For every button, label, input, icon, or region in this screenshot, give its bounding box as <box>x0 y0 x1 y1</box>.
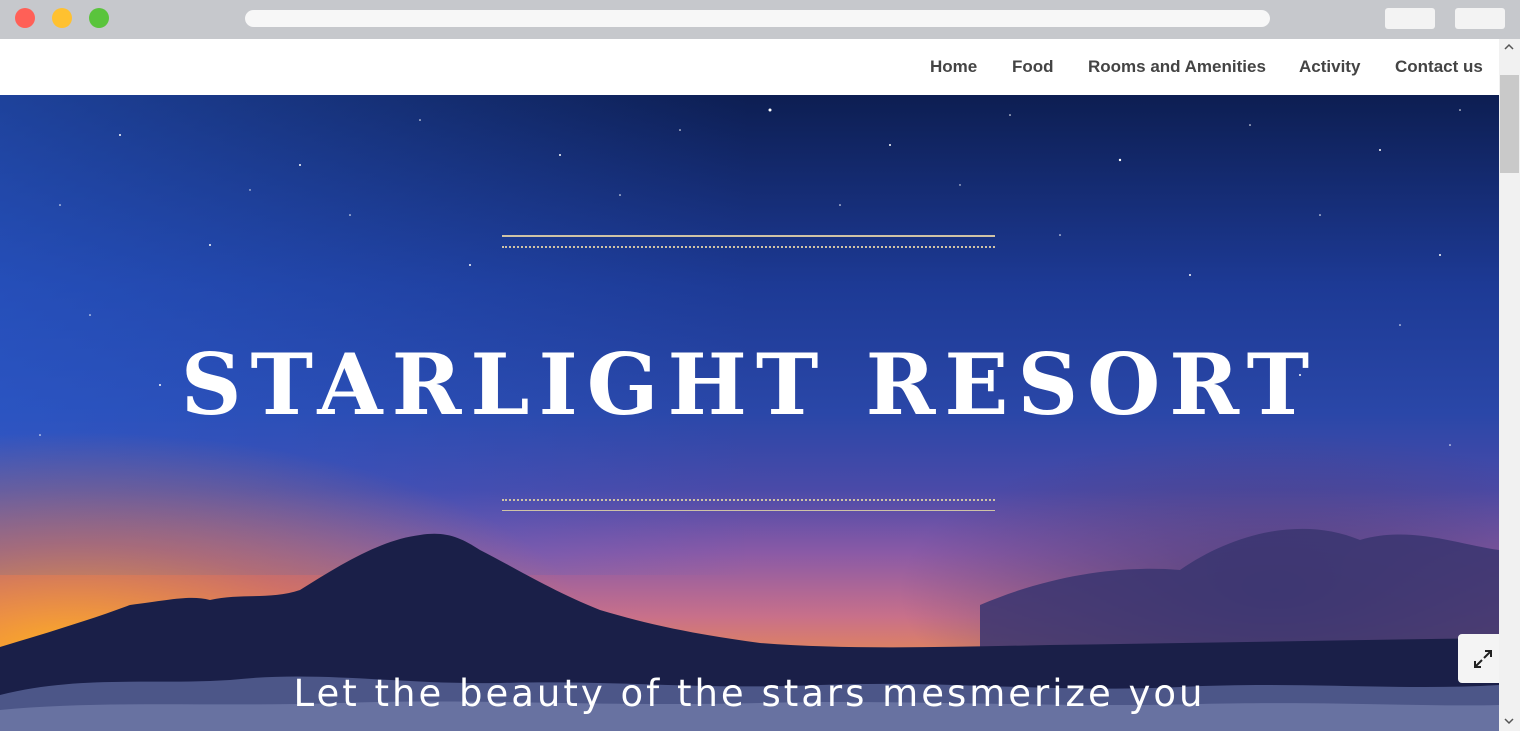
nav-activity-link[interactable]: Activity <box>1299 57 1360 77</box>
expand-arrows-icon <box>1474 650 1492 668</box>
hero-banner: STARLIGHT RESORT Let the beauty of the s… <box>0 95 1499 731</box>
nav-home-link[interactable]: Home <box>930 57 977 77</box>
maximize-window-button[interactable] <box>89 8 109 28</box>
top-navigation: Home Food Rooms and Amenities Activity C… <box>0 39 1499 95</box>
decorative-rule <box>502 510 995 511</box>
nav-rooms-link[interactable]: Rooms and Amenities <box>1088 57 1266 77</box>
page-viewport: Home Food Rooms and Amenities Activity C… <box>0 39 1499 731</box>
toolbar-button[interactable] <box>1455 8 1505 29</box>
toolbar-button[interactable] <box>1385 8 1435 29</box>
decorative-rule <box>502 235 995 237</box>
minimize-window-button[interactable] <box>52 8 72 28</box>
vertical-scrollbar[interactable] <box>1499 39 1520 731</box>
resort-title: STARLIGHT RESORT <box>180 335 1319 434</box>
scroll-up-arrow-icon[interactable] <box>1503 42 1515 52</box>
nav-contact-link[interactable]: Contact us <box>1395 57 1483 77</box>
decorative-rule <box>502 499 995 501</box>
close-window-button[interactable] <box>15 8 35 28</box>
hero-tagline: Let the beauty of the stars mesmerize yo… <box>293 672 1206 715</box>
address-bar[interactable] <box>245 10 1270 27</box>
browser-toolbar <box>0 0 1520 39</box>
decorative-rule <box>502 246 995 248</box>
scrollbar-thumb[interactable] <box>1500 75 1519 173</box>
nav-food-link[interactable]: Food <box>1012 57 1054 77</box>
scroll-down-arrow-icon[interactable] <box>1503 716 1515 726</box>
